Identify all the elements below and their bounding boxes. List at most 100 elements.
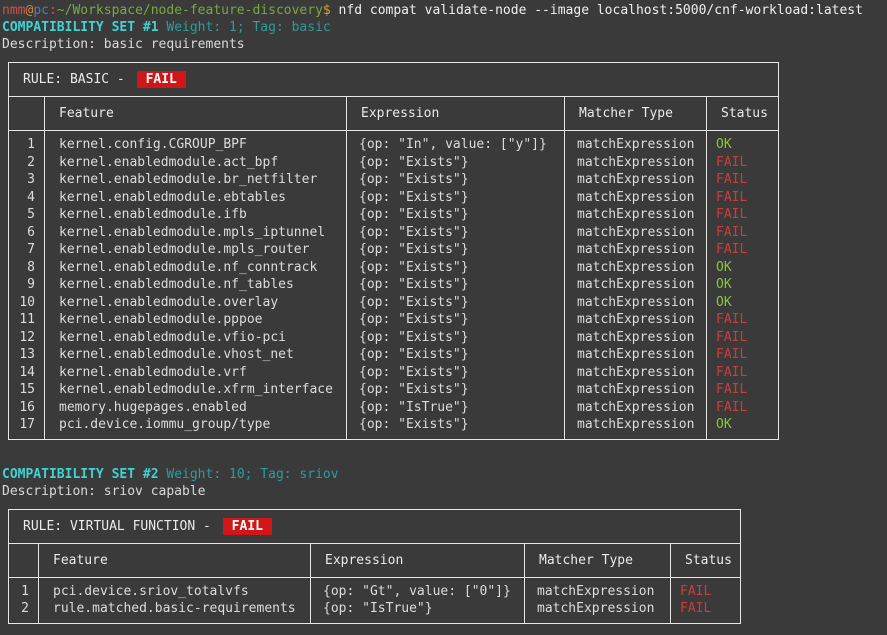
matcher-type-cell: matchExpression: [565, 381, 707, 399]
matcher-type-cell: matchExpression: [565, 399, 707, 417]
feature-cell: kernel.enabledmodule.pppoe: [45, 311, 347, 329]
expression-cell: {op: "Exists"}: [347, 364, 565, 382]
set-title: COMPATIBILITY SET #2: [2, 467, 159, 482]
status-cell: FAIL: [707, 364, 779, 382]
expression-cell: {op: "Exists"}: [347, 311, 565, 329]
feature-cell: kernel.enabledmodule.xfrm_interface: [45, 381, 347, 399]
table-row: 2kernel.enabledmodule.act_bpf{op: "Exist…: [9, 154, 779, 172]
expression-cell: {op: "Exists"}: [347, 381, 565, 399]
feature-cell: pci.device.iommu_group/type: [45, 416, 347, 439]
col-header-expression: Expression: [311, 543, 525, 577]
set-heading: COMPATIBILITY SET #1 Weight: 1; Tag: bas…: [2, 19, 887, 36]
status-cell: OK: [707, 276, 779, 294]
feature-cell: kernel.enabledmodule.act_bpf: [45, 154, 347, 172]
feature-cell: kernel.enabledmodule.vrf: [45, 364, 347, 382]
set-description: Description: basic requirements: [2, 36, 887, 53]
matcher-type-cell: matchExpression: [565, 311, 707, 329]
expression-cell: {op: "Exists"}: [347, 329, 565, 347]
row-index-cell: 2: [9, 154, 45, 172]
row-index-cell: 3: [9, 171, 45, 189]
feature-cell: rule.matched.basic-requirements: [39, 600, 311, 623]
table-row: 8kernel.enabledmodule.nf_conntrack{op: "…: [9, 259, 779, 277]
row-index-cell: 12: [9, 329, 45, 347]
table-row: 11kernel.enabledmodule.pppoe{op: "Exists…: [9, 311, 779, 329]
col-header-expression: Expression: [347, 97, 565, 131]
table-row: 7kernel.enabledmodule.mpls_router{op: "E…: [9, 241, 779, 259]
matcher-type-cell: matchExpression: [565, 189, 707, 207]
status-cell: OK: [707, 294, 779, 312]
feature-cell: kernel.config.CGROUP_BPF: [45, 131, 347, 154]
table-row: 2rule.matched.basic-requirements{op: "Is…: [9, 600, 741, 623]
table-row: 13kernel.enabledmodule.vhost_net{op: "Ex…: [9, 346, 779, 364]
table-row: 3kernel.enabledmodule.br_netfilter{op: "…: [9, 171, 779, 189]
terminal-window: { "colors": { "background": "#3a3a3a", "…: [0, 0, 887, 635]
matcher-type-cell: matchExpression: [565, 241, 707, 259]
expression-cell: {op: "Exists"}: [347, 259, 565, 277]
expression-cell: {op: "Exists"}: [347, 276, 565, 294]
expression-cell: {op: "Exists"}: [347, 294, 565, 312]
row-index-cell: 9: [9, 276, 45, 294]
expression-cell: {op: "Exists"}: [347, 416, 565, 439]
status-cell: FAIL: [707, 346, 779, 364]
matcher-type-cell: matchExpression: [565, 346, 707, 364]
matcher-type-cell: matchExpression: [565, 364, 707, 382]
feature-cell: kernel.enabledmodule.nf_conntrack: [45, 259, 347, 277]
col-header-matcher-type: Matcher Type: [525, 543, 671, 577]
row-index-cell: 15: [9, 381, 45, 399]
table-row: 14kernel.enabledmodule.vrf{op: "Exists"}…: [9, 364, 779, 382]
expression-cell: {op: "Exists"}: [347, 189, 565, 207]
col-header-feature: Feature: [39, 543, 311, 577]
row-index-cell: 6: [9, 224, 45, 242]
rule-status-badge: FAIL: [137, 71, 186, 88]
feature-cell: kernel.enabledmodule.mpls_iptunnel: [45, 224, 347, 242]
prompt-user: nmm: [2, 3, 25, 18]
prompt-line: nmm@pc:~/Workspace/node-feature-discover…: [2, 2, 887, 19]
matcher-type-cell: matchExpression: [525, 600, 671, 623]
table-row: 4kernel.enabledmodule.ebtables{op: "Exis…: [9, 189, 779, 207]
table-row: 16memory.hugepages.enabled{op: "IsTrue"}…: [9, 399, 779, 417]
table-row: 1kernel.config.CGROUP_BPF{op: "In", valu…: [9, 131, 779, 154]
matcher-type-cell: matchExpression: [565, 224, 707, 242]
row-index-cell: 1: [9, 577, 39, 600]
matcher-type-cell: matchExpression: [565, 259, 707, 277]
feature-cell: kernel.enabledmodule.ebtables: [45, 189, 347, 207]
col-header-index: [9, 97, 45, 131]
matcher-type-cell: matchExpression: [565, 131, 707, 154]
status-cell: FAIL: [707, 241, 779, 259]
status-cell: FAIL: [707, 171, 779, 189]
column-header-row: Feature Expression Matcher Type Status: [9, 97, 779, 131]
status-cell: FAIL: [707, 189, 779, 207]
expression-cell: {op: "Exists"}: [347, 154, 565, 172]
set-description: Description: sriov capable: [2, 483, 887, 500]
compatibility-set-1: COMPATIBILITY SET #1 Weight: 1; Tag: bas…: [2, 19, 887, 440]
status-cell: FAIL: [707, 206, 779, 224]
set-meta: Weight: 10; Tag: sriov: [159, 467, 339, 482]
matcher-type-cell: matchExpression: [565, 329, 707, 347]
rule-title: RULE: VIRTUAL FUNCTION - FAIL: [9, 509, 741, 543]
expression-cell: {op: "Exists"}: [347, 171, 565, 189]
col-header-feature: Feature: [45, 97, 347, 131]
status-cell: OK: [707, 416, 779, 439]
status-cell: FAIL: [671, 577, 741, 600]
rule-label: RULE: BASIC -: [23, 72, 133, 87]
set-title: COMPATIBILITY SET #1: [2, 20, 159, 35]
row-index-cell: 4: [9, 189, 45, 207]
status-cell: OK: [707, 259, 779, 277]
table-body: 1pci.device.sriov_totalvfs{op: "Gt", val…: [9, 577, 741, 623]
set-meta: Weight: 1; Tag: basic: [159, 20, 331, 35]
expression-cell: {op: "Exists"}: [347, 206, 565, 224]
status-cell: FAIL: [707, 224, 779, 242]
table-row: 5kernel.enabledmodule.ifb{op: "Exists"}m…: [9, 206, 779, 224]
expression-cell: {op: "Exists"}: [347, 241, 565, 259]
row-index-cell: 11: [9, 311, 45, 329]
rule-label: RULE: VIRTUAL FUNCTION -: [23, 519, 219, 534]
row-index-cell: 13: [9, 346, 45, 364]
feature-cell: kernel.enabledmodule.nf_tables: [45, 276, 347, 294]
rule-status-badge: FAIL: [223, 518, 272, 535]
table-row: 15kernel.enabledmodule.xfrm_interface{op…: [9, 381, 779, 399]
feature-cell: kernel.enabledmodule.ifb: [45, 206, 347, 224]
row-index-cell: 17: [9, 416, 45, 439]
prompt-host: pc: [33, 3, 49, 18]
feature-cell: kernel.enabledmodule.vhost_net: [45, 346, 347, 364]
row-index-cell: 2: [9, 600, 39, 623]
